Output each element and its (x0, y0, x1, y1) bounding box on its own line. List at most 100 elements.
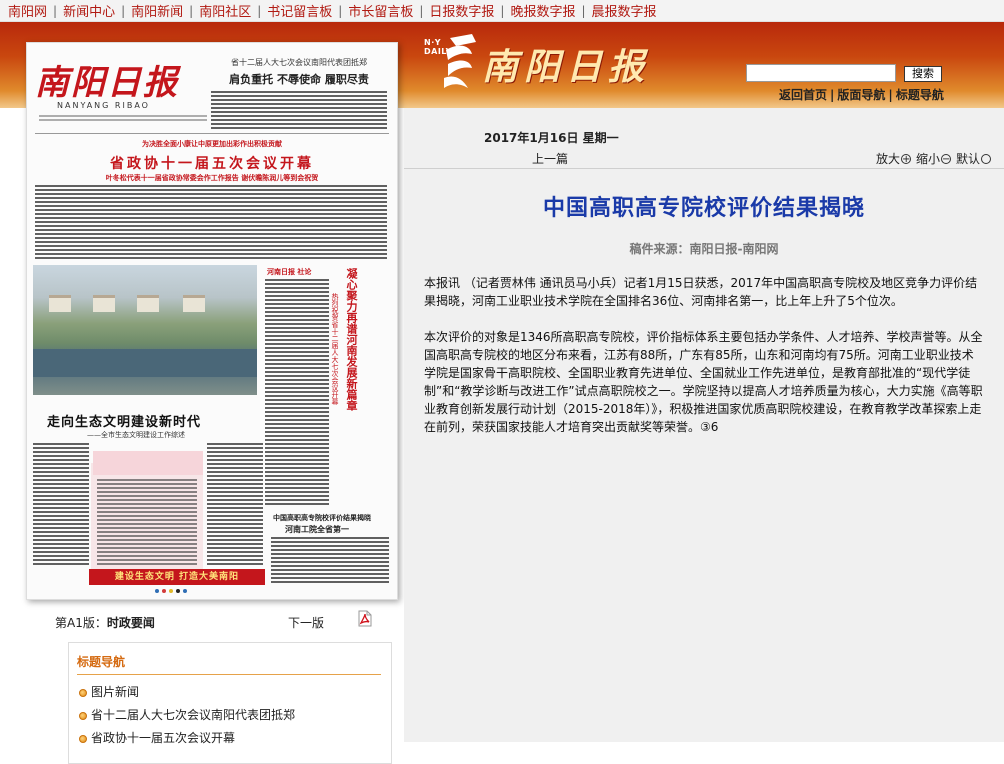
paper-small-print (39, 115, 207, 123)
bullet-icon (79, 734, 87, 743)
nav-link-nanyang-net[interactable]: 南阳网 (8, 1, 47, 20)
bullet-icon (79, 711, 87, 720)
plus-circle-icon: + (901, 153, 912, 165)
paper-ecology-title[interactable]: 走向生态文明建设新时代 (47, 411, 201, 430)
minus-circle-icon: − (941, 153, 952, 165)
title-nav-item[interactable]: 图片新闻 (79, 681, 391, 704)
link-separator: | (888, 88, 893, 102)
paper-editorial-title[interactable]: 凝心聚力再谱河南发展新篇章 (345, 268, 358, 411)
article-paragraph: 本次评价的对象是1346所高职高专院校，评价指标体系主要包括办学条件、人才培养、… (424, 330, 983, 434)
bullet-icon (79, 688, 87, 697)
zoom-out-button[interactable]: 缩小 − (916, 150, 952, 167)
paper-college-story-title[interactable]: 中国高职高专院校评价结果揭晓 (273, 513, 371, 523)
paper-text-block (35, 185, 387, 261)
search-input[interactable] (746, 64, 896, 82)
issue-date: 2017年1月16日 星期一 (484, 131, 619, 145)
nav-link-community[interactable]: 南阳社区 (199, 1, 251, 20)
nav-link-mayor-board[interactable]: 市长留言板 (348, 1, 413, 20)
paper-header-story[interactable]: 省十二届人大七次会议南阳代表团抵郑 肩负重托 不辱使命 履职尽责 (211, 57, 387, 87)
circle-icon (981, 153, 992, 164)
article-body: 本报讯 （记者贾林伟 通讯员马小兵）记者1月15日获悉，2017年中国高职高专院… (424, 274, 984, 454)
zoom-default-button[interactable]: 默认 (956, 150, 992, 167)
left-column: 南阳日报 NANYANG RIBAO 省十二届人大七次会议南阳代表团抵郑 肩负重… (0, 42, 404, 764)
edition-number: 第A1版： (55, 616, 107, 630)
divider (404, 168, 1004, 169)
article-source: 稿件来源：南阳日报-南阳网 (629, 242, 779, 256)
paper-text-block (97, 479, 197, 565)
photo-house (49, 295, 71, 312)
pdf-icon[interactable] (358, 610, 372, 627)
home-link[interactable]: 返回首页 (779, 88, 827, 102)
paper-color-dots (155, 589, 187, 593)
nav-link-nanyang-news[interactable]: 南阳新闻 (131, 1, 183, 20)
color-dot (176, 589, 180, 593)
page-nav-link[interactable]: 版面导航 (837, 88, 885, 102)
color-dot (183, 589, 187, 593)
paper-rule (35, 133, 389, 134)
paper-headline[interactable]: 省政协十一届五次会议开幕 (37, 153, 387, 173)
paper-header-story-line2: 肩负重托 不辱使命 履职尽责 (229, 73, 369, 86)
zoom-in-button[interactable]: 放大 + (876, 150, 912, 167)
article-title: 中国高职高专院校评价结果揭晓 (542, 196, 865, 221)
title-nav-item-label: 省十二届人大七次会议南阳代表团抵郑 (91, 708, 296, 722)
logo-mark-icon (444, 34, 476, 88)
nav-separator: | (500, 3, 505, 18)
paper-photo[interactable] (33, 265, 257, 395)
header-links: 返回首页 | 版面导航 | 标题导航 (779, 86, 944, 103)
paper-tagline: 为决胜全面小康让中原更加出彩作出积极贡献 (142, 140, 282, 148)
top-nav: 南阳网 | 新闻中心 | 南阳新闻 | 南阳社区 | 书记留言板 | 市长留言板 | 日报数… (0, 0, 1004, 22)
edition-name: 时政要闻 (106, 616, 155, 630)
nav-separator: | (53, 3, 58, 18)
photo-house (93, 295, 115, 312)
paper-text-block (271, 537, 389, 585)
paper-ecology-sub: ——全市生态文明建设工作综述 (87, 431, 185, 439)
paper-text-block (211, 91, 387, 129)
nav-link-evening-digital[interactable]: 晚报数字报 (510, 1, 575, 20)
newspaper-page-preview[interactable]: 南阳日报 NANYANG RIBAO 省十二届人大七次会议南阳代表团抵郑 肩负重… (26, 42, 398, 600)
photo-house (137, 295, 159, 312)
photo-house (183, 295, 205, 312)
link-separator: | (830, 88, 835, 102)
paper-text-block (265, 279, 329, 505)
title-nav-link[interactable]: 标题导航 (896, 88, 944, 102)
paper-college-story-sub: 河南工院全省第一 (285, 525, 349, 534)
nav-link-morning-digital[interactable]: 晨报数字报 (592, 1, 657, 20)
zoom-controls: 放大 + 缩小 − 默认 (876, 150, 996, 167)
title-nav-heading: 标题导航 (77, 653, 381, 675)
color-dot (169, 589, 173, 593)
paper-header-story-line1: 省十二届人大七次会议南阳代表团抵郑 (231, 58, 367, 67)
title-nav-item-label: 图片新闻 (91, 685, 140, 699)
color-dot (162, 589, 166, 593)
paper-masthead-pinyin: NANYANG RIBAO (57, 101, 150, 110)
article-paragraph: 本报讯 （记者贾林伟 通讯员马小兵）记者1月15日获悉，2017年中国高职高专院… (424, 276, 978, 308)
paper-editorial-sub: 热烈祝贺省十二届人大七次会议开幕 (331, 293, 339, 405)
prev-article-link[interactable]: 上一篇 (532, 150, 568, 167)
title-nav-item-label: 省政协十一届五次会议开幕 (91, 731, 236, 745)
title-nav-item[interactable]: 省十二届人大七次会议南阳代表团抵郑 (79, 704, 391, 727)
nav-link-secretary-board[interactable]: 书记留言板 (267, 1, 332, 20)
paper-text-block (33, 443, 89, 565)
nav-separator: | (121, 3, 126, 18)
nav-link-daily-digital[interactable]: 日报数字报 (429, 1, 494, 20)
edition-label: 第A1版：时政要闻 (55, 614, 155, 631)
article-panel: 2017年1月16日 星期一 上一篇 放大 + 缩小 − 默认 中国高职高专院校评价… (404, 108, 1004, 742)
nav-separator: | (257, 3, 262, 18)
paper-side-brand: 河南日报 社论 (267, 268, 312, 276)
zoom-out-label: 缩小 (916, 152, 941, 166)
logo-text: 南阳日报 (482, 46, 651, 88)
nav-separator: | (338, 3, 343, 18)
photo-water (33, 349, 257, 377)
nav-link-news-center[interactable]: 新闻中心 (63, 1, 115, 20)
search-button[interactable]: 搜索 (904, 66, 942, 82)
nav-separator: | (419, 3, 424, 18)
zoom-default-label: 默认 (956, 152, 981, 166)
paper-text-block (207, 443, 263, 565)
title-nav-item[interactable]: 省政协十一届五次会议开幕 (79, 727, 391, 750)
paper-pink-header (93, 451, 203, 475)
site-logo[interactable]: N·Y DAILY 南阳日报 (424, 30, 684, 90)
title-nav-list: 图片新闻 省十二届人大七次会议南阳代表团抵郑 省政协十一届五次会议开幕 (79, 681, 391, 750)
next-edition-link[interactable]: 下一版 (288, 614, 324, 631)
paper-sub-headline: 叶冬松代表十一届省政协常委会作工作报告 谢伏瞻陈润儿等到会祝贺 (105, 174, 319, 182)
paper-masthead: 南阳日报 (35, 63, 179, 103)
logo-english: N·Y DAILY (424, 38, 452, 56)
